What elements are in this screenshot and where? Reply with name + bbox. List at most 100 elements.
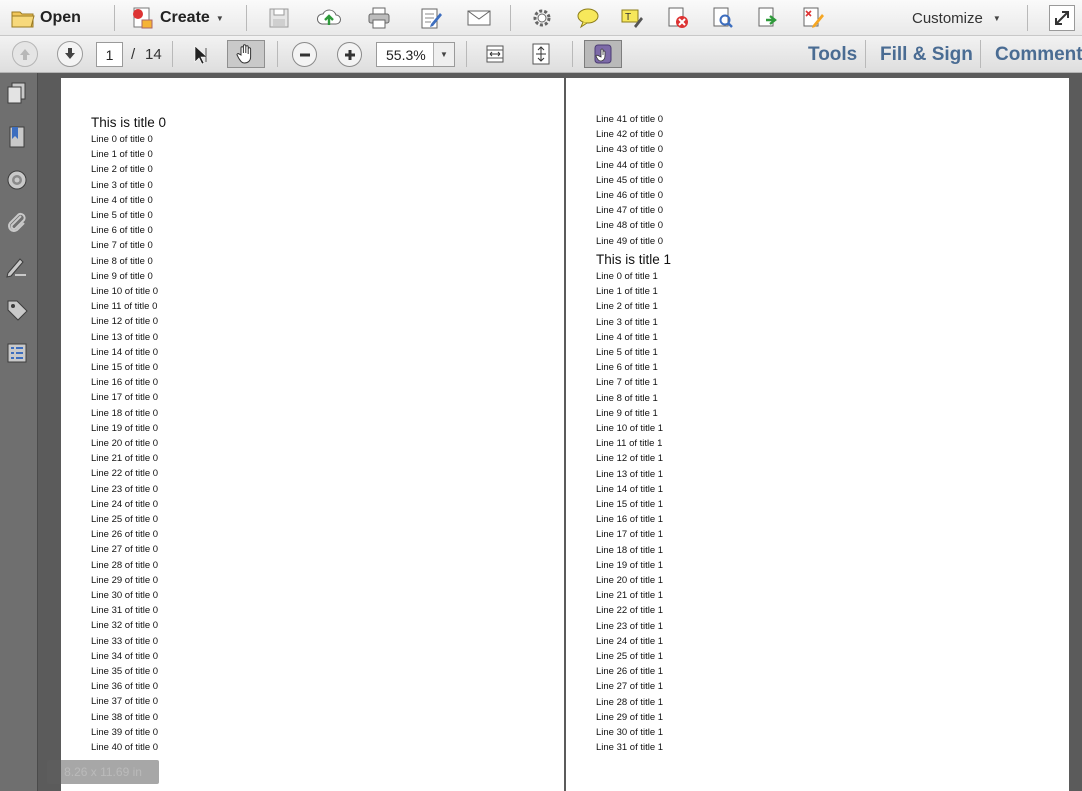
document-line: Line 34 of title 0 (91, 650, 159, 662)
document-line: Line 22 of title 0 (91, 468, 159, 480)
highlight-text-icon[interactable]: T (620, 6, 644, 30)
email-icon[interactable] (466, 8, 492, 28)
content-edit-icon[interactable] (5, 255, 29, 279)
hand-tool-button[interactable] (227, 40, 265, 68)
document-line: Line 17 of title 0 (91, 392, 159, 404)
document-line: Line 44 of title 0 (596, 159, 664, 171)
document-line: Line 19 of title 1 (596, 559, 664, 571)
document-line: Line 5 of title 0 (91, 210, 153, 221)
document-line: Line 9 of title 0 (91, 270, 153, 282)
page-1-title: This is title 0 (91, 115, 167, 130)
open-button[interactable]: Open (10, 5, 81, 31)
export-document-icon[interactable] (756, 6, 780, 30)
document-line: Line 3 of title 1 (596, 316, 658, 328)
attachments-icon[interactable] (5, 211, 29, 235)
page-size-tooltip: 8.26 x 11.69 in (47, 760, 159, 784)
document-line: Line 46 of title 0 (596, 190, 664, 201)
previous-page-button[interactable] (12, 41, 38, 67)
hand-icon (236, 44, 252, 64)
document-line: Line 10 of title 1 (596, 423, 664, 434)
customize-label: Customize (912, 9, 983, 27)
document-line: Line 23 of title 1 (596, 620, 664, 632)
main-toolbar: Open Create ▼ T Customize ▼ (0, 0, 1082, 36)
create-button[interactable]: Create ▼ (130, 5, 224, 31)
upload-cloud-icon[interactable] (316, 6, 342, 30)
document-line: Line 18 of title 1 (596, 544, 664, 556)
comment-bubble-icon[interactable] (576, 7, 600, 29)
svg-text:T: T (625, 12, 631, 23)
document-line: Line 16 of title 0 (91, 377, 159, 389)
create-pdf-icon (133, 7, 153, 29)
document-line: Line 32 of title 0 (91, 620, 159, 632)
find-document-icon[interactable] (711, 6, 735, 30)
gear-icon[interactable] (531, 7, 553, 29)
document-line: Line 3 of title 0 (91, 179, 153, 191)
document-line: Line 36 of title 0 (91, 681, 159, 693)
document-line: Line 29 of title 0 (91, 574, 159, 586)
fill-sign-pane-link[interactable]: Fill & Sign (880, 44, 973, 66)
document-line: Line 11 of title 0 (91, 301, 158, 313)
bookmarks-icon[interactable] (5, 125, 29, 149)
document-line: Line 30 of title 0 (91, 590, 159, 601)
document-line: Line 25 of title 1 (596, 651, 664, 662)
page-number-input[interactable]: 1 (96, 42, 123, 67)
document-line: Line 2 of title 1 (596, 301, 658, 313)
document-line: Line 20 of title 0 (91, 438, 159, 449)
zoom-out-button[interactable] (292, 42, 317, 67)
fit-width-icon[interactable] (484, 43, 506, 65)
plus-icon (344, 49, 355, 60)
full-screen-button[interactable] (1049, 5, 1075, 31)
document-line: Line 42 of title 0 (596, 129, 664, 141)
document-line: Line 5 of title 1 (596, 347, 658, 358)
next-page-button[interactable] (57, 41, 83, 67)
expand-icon (1055, 11, 1069, 25)
document-line: Line 28 of title 1 (596, 696, 664, 708)
document-line: Line 49 of title 0 (596, 235, 664, 247)
page-2-title: This is title 1 (596, 252, 672, 267)
signatures-icon[interactable] (5, 168, 29, 192)
save-icon[interactable] (268, 7, 290, 29)
zoom-dropdown-button[interactable]: ▼ (433, 43, 454, 66)
tools-pane-link[interactable]: Tools (808, 44, 857, 66)
create-label: Create (160, 9, 210, 26)
document-line: Line 24 of title 0 (91, 498, 159, 510)
tags-icon[interactable] (5, 298, 29, 322)
touch-mode-button[interactable] (584, 40, 622, 68)
select-cursor-icon[interactable] (192, 44, 212, 66)
page-thumbnails-icon[interactable] (5, 81, 29, 105)
document-line: Line 4 of title 0 (91, 194, 153, 206)
sign-document-icon[interactable] (801, 6, 825, 30)
document-line: Line 27 of title 1 (596, 681, 664, 693)
document-line: Line 8 of title 0 (91, 255, 153, 267)
touch-hand-icon (594, 44, 612, 64)
document-line: Line 24 of title 1 (596, 635, 664, 647)
order-panel-icon[interactable] (5, 341, 29, 365)
document-line: Line 6 of title 0 (91, 225, 153, 237)
document-line: Line 33 of title 0 (91, 635, 159, 647)
document-line: Line 21 of title 0 (91, 453, 159, 465)
document-line: Line 26 of title 0 (91, 529, 159, 541)
fit-page-icon[interactable] (530, 42, 552, 66)
navigation-pane (0, 73, 38, 791)
document-line: Line 40 of title 0 (91, 742, 159, 753)
document-line: Line 18 of title 0 (91, 407, 159, 419)
zoom-level-input[interactable]: 55.3% ▼ (376, 42, 455, 67)
document-line: Line 48 of title 0 (596, 220, 664, 232)
document-line: Line 31 of title 0 (91, 605, 159, 617)
document-line: Line 1 of title 1 (596, 286, 658, 298)
document-line: Line 12 of title 1 (596, 453, 664, 465)
document-line: Line 13 of title 0 (91, 331, 159, 343)
print-icon[interactable] (367, 6, 391, 30)
edit-document-icon[interactable] (419, 6, 443, 30)
document-page-1: This is title 0 Line 0 of title 0 Line 1 … (61, 78, 564, 791)
page-separator: / (131, 46, 136, 63)
comment-pane-link[interactable]: Comment (995, 44, 1082, 66)
document-line: Line 0 of title 0 (91, 134, 153, 145)
delete-page-icon[interactable] (666, 6, 690, 30)
navigation-toolbar: 1 / 14 55.3% ▼ Tools Fill & Sign Comment (0, 36, 1082, 73)
zoom-in-button[interactable] (337, 42, 362, 67)
document-line: Line 14 of title 1 (596, 483, 664, 495)
document-line: Line 23 of title 0 (91, 483, 159, 495)
customize-button[interactable]: Customize ▼ (912, 7, 1001, 29)
document-line: Line 2 of title 0 (91, 164, 153, 176)
